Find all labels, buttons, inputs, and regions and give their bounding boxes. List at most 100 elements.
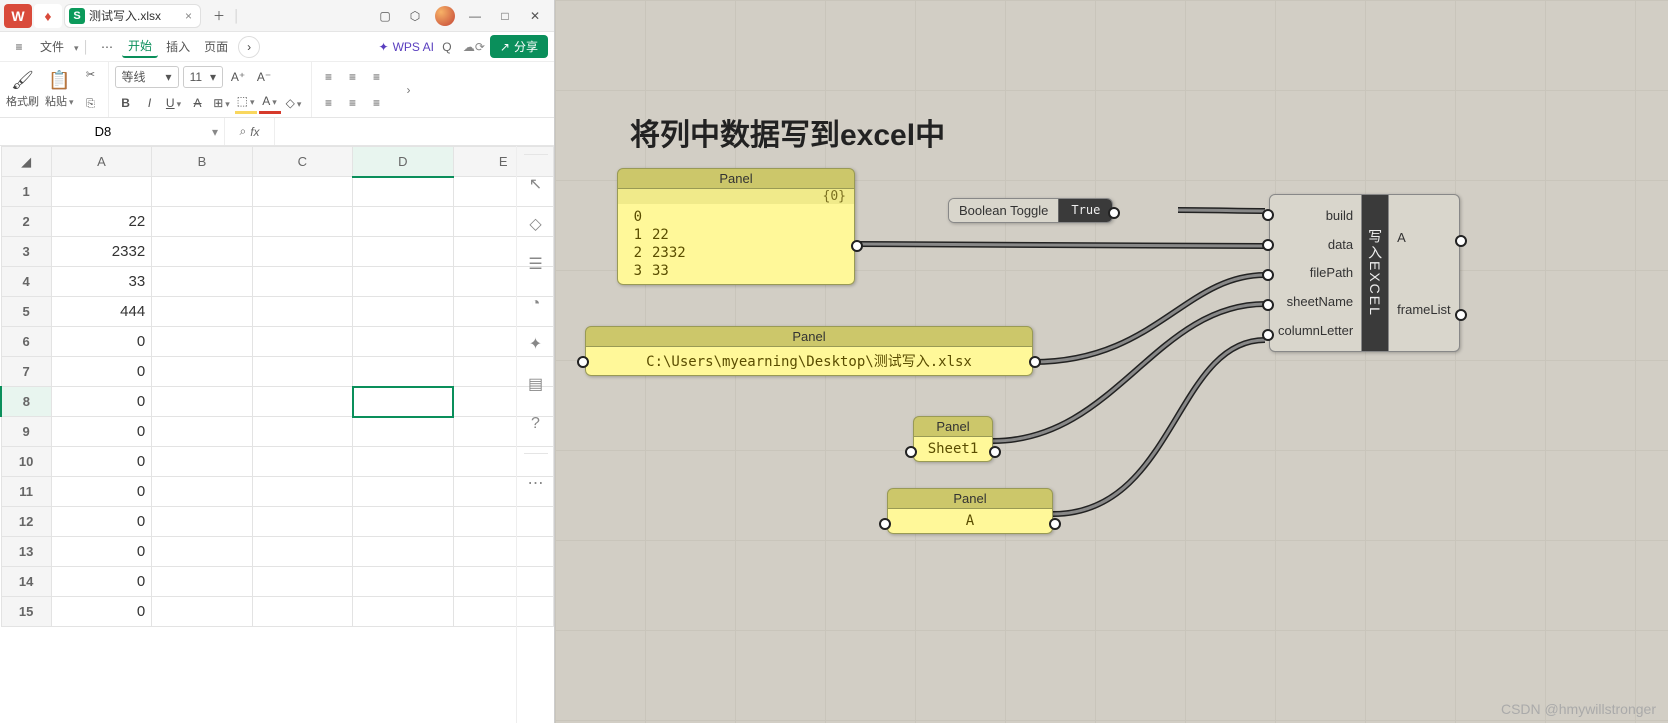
maximize-button[interactable]: □: [490, 4, 520, 28]
font-shrink-icon[interactable]: A⁻: [253, 66, 275, 88]
align-right-icon[interactable]: ≡: [366, 92, 388, 114]
cell[interactable]: 0: [51, 567, 151, 597]
input-grip-icon[interactable]: [1262, 239, 1274, 251]
select-all-corner[interactable]: ◢: [1, 147, 51, 177]
table-row[interactable]: 100: [1, 447, 554, 477]
align-middle-icon[interactable]: ≡: [342, 66, 364, 88]
new-tab-button[interactable]: ＋: [207, 7, 231, 24]
menu-tab-insert[interactable]: 插入: [160, 36, 196, 57]
cell[interactable]: [353, 417, 453, 447]
cell[interactable]: [252, 417, 352, 447]
row-header[interactable]: 8: [1, 387, 51, 417]
gh-panel-column[interactable]: Panel A: [887, 488, 1053, 534]
output-grip-icon[interactable]: [1029, 356, 1041, 368]
cell[interactable]: [152, 387, 252, 417]
table-row[interactable]: 140: [1, 567, 554, 597]
input-port-filePath[interactable]: filePath: [1278, 265, 1353, 280]
gh-panel-filepath[interactable]: Panel C:\Users\myearning\Desktop\测试写入.xl…: [585, 326, 1033, 376]
cell[interactable]: [353, 477, 453, 507]
table-row[interactable]: 32332: [1, 237, 554, 267]
name-box[interactable]: ▾: [0, 118, 225, 145]
menu-tab-page[interactable]: 页面: [198, 36, 234, 57]
row-header[interactable]: 6: [1, 327, 51, 357]
output-grip-icon[interactable]: [989, 446, 1001, 458]
table-row[interactable]: 1: [1, 177, 554, 207]
cell[interactable]: [353, 567, 453, 597]
gh-panel-sheet[interactable]: Panel Sheet1: [913, 416, 993, 462]
menu-tab-start[interactable]: 开始: [122, 35, 158, 58]
cell[interactable]: [252, 207, 352, 237]
library-icon[interactable]: ▤: [525, 373, 547, 395]
bold-icon[interactable]: B: [115, 92, 137, 114]
cell[interactable]: [152, 177, 252, 207]
menu-scroll-right-icon[interactable]: ›: [238, 36, 260, 58]
cell[interactable]: 2332: [51, 237, 151, 267]
table-row[interactable]: 90: [1, 417, 554, 447]
window-tabs-icon[interactable]: ▢: [370, 4, 400, 28]
input-grip-icon[interactable]: [1262, 209, 1274, 221]
row-header[interactable]: 1: [1, 177, 51, 207]
row-header[interactable]: 2: [1, 207, 51, 237]
cell[interactable]: [353, 537, 453, 567]
row-header[interactable]: 4: [1, 267, 51, 297]
align-bottom-icon[interactable]: ≡: [366, 66, 388, 88]
file-tab[interactable]: S 测试写入.xlsx ×: [64, 4, 201, 28]
row-header[interactable]: 5: [1, 297, 51, 327]
input-port-build[interactable]: build: [1278, 208, 1353, 223]
cell[interactable]: 0: [51, 597, 151, 627]
row-header[interactable]: 3: [1, 237, 51, 267]
cell[interactable]: [353, 387, 453, 417]
row-header[interactable]: 9: [1, 417, 51, 447]
avatar[interactable]: [430, 4, 460, 28]
cell[interactable]: [353, 297, 453, 327]
align-left-icon[interactable]: ≡: [318, 92, 340, 114]
col-header-A[interactable]: A: [51, 147, 151, 177]
gh-excel-component[interactable]: builddatafilePathsheetNamecolumnLetter 写…: [1269, 194, 1460, 352]
table-row[interactable]: 110: [1, 477, 554, 507]
cell[interactable]: [252, 387, 352, 417]
cursor-icon[interactable]: ↖: [525, 173, 547, 195]
formula-input[interactable]: [275, 118, 554, 145]
cell[interactable]: [152, 477, 252, 507]
wps-logo-icon[interactable]: W: [4, 4, 32, 28]
col-header-B[interactable]: B: [152, 147, 252, 177]
cell[interactable]: [353, 447, 453, 477]
search-ai-icon[interactable]: Q: [436, 40, 458, 54]
cell[interactable]: 0: [51, 447, 151, 477]
cell[interactable]: [152, 327, 252, 357]
output-grip-icon[interactable]: [851, 240, 863, 252]
cell[interactable]: [252, 537, 352, 567]
cell[interactable]: [353, 327, 453, 357]
cell[interactable]: [353, 267, 453, 297]
cell[interactable]: 33: [51, 267, 151, 297]
cell[interactable]: [152, 537, 252, 567]
cube-icon[interactable]: ⬡: [400, 4, 430, 28]
fx-box[interactable]: ⌕fx: [225, 118, 275, 145]
input-grip-icon[interactable]: [879, 518, 891, 530]
cell[interactable]: [152, 207, 252, 237]
cell[interactable]: [353, 237, 453, 267]
name-box-drop-icon[interactable]: ▾: [206, 125, 224, 139]
cell[interactable]: [252, 597, 352, 627]
input-port-columnLetter[interactable]: columnLetter: [1278, 323, 1353, 338]
output-grip-icon[interactable]: [1455, 235, 1467, 247]
input-grip-icon[interactable]: [577, 356, 589, 368]
cell[interactable]: [152, 297, 252, 327]
grasshopper-canvas[interactable]: 将列中数据写到excel中 Panel {0} 012222332333 Pan…: [555, 0, 1668, 723]
table-row[interactable]: 433: [1, 267, 554, 297]
font-name-combo[interactable]: 等线▾: [115, 66, 179, 88]
row-header[interactable]: 14: [1, 567, 51, 597]
row-header[interactable]: 13: [1, 537, 51, 567]
table-row[interactable]: 70: [1, 357, 554, 387]
cell[interactable]: [252, 297, 352, 327]
paste-button[interactable]: 📋粘贴: [45, 62, 74, 117]
cell[interactable]: 0: [51, 387, 151, 417]
cell[interactable]: [252, 177, 352, 207]
table-row[interactable]: 130: [1, 537, 554, 567]
table-row[interactable]: 120: [1, 507, 554, 537]
input-grip-icon[interactable]: [1262, 299, 1274, 311]
output-port-A[interactable]: A: [1397, 230, 1450, 245]
input-grip-icon[interactable]: [1262, 269, 1274, 281]
input-port-sheetName[interactable]: sheetName: [1278, 294, 1353, 309]
cell[interactable]: 0: [51, 477, 151, 507]
